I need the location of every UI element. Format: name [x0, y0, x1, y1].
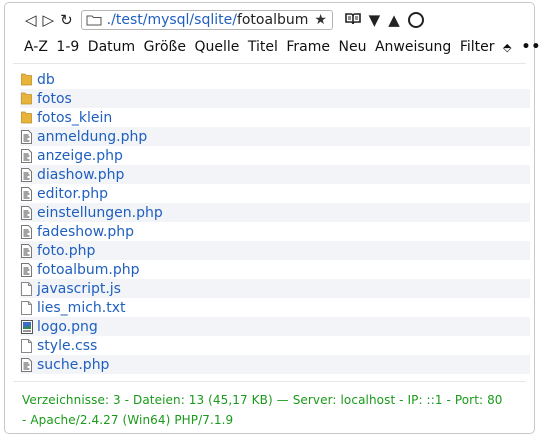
php-file-icon — [20, 148, 33, 163]
path-current: fotoalbum — [236, 12, 309, 28]
file-link[interactable]: anmeldung.php — [37, 129, 147, 145]
image-file-icon — [20, 319, 33, 334]
status-line-1: Verzeichnisse: 3 - Dateien: 13 (45,17 KB… — [22, 393, 503, 407]
php-file-icon — [20, 186, 33, 201]
list-item[interactable]: fotos — [20, 89, 530, 108]
instruction-button[interactable]: Anweisung — [375, 39, 451, 55]
php-file-icon — [20, 129, 33, 144]
list-item[interactable]: javascript.js — [20, 279, 530, 298]
file-link[interactable]: logo.png — [37, 319, 98, 335]
php-file-icon — [20, 205, 33, 220]
file-list: db fotos fotos_klein anmeldung.php anzeige.p… — [20, 70, 530, 374]
address-bar: ◁ ▷ ↻ ./test/mysql/sqlite/ fotoalbum ★ ▼… — [25, 9, 432, 31]
file-link[interactable]: javascript.js — [37, 281, 121, 297]
folder-icon — [20, 92, 33, 106]
file-browser-window: ◁ ▷ ↻ ./test/mysql/sqlite/ fotoalbum ★ ▼… — [4, 2, 541, 434]
star-icon[interactable]: ★ — [314, 12, 327, 28]
title-button[interactable]: Titel — [248, 39, 278, 55]
php-file-icon — [20, 167, 33, 182]
up-arrow-icon[interactable]: ▲ — [388, 11, 400, 29]
book-icon[interactable] — [344, 11, 361, 29]
circle-icon[interactable] — [407, 12, 424, 28]
file-link[interactable]: style.css — [37, 338, 97, 354]
list-item[interactable]: einstellungen.php — [20, 203, 530, 222]
list-item[interactable]: fotos_klein — [20, 108, 530, 127]
list-item[interactable]: db — [20, 70, 530, 89]
list-item[interactable]: foto.php — [20, 241, 530, 260]
file-link[interactable]: db — [37, 72, 55, 88]
file-link[interactable]: fotoalbum.php — [37, 262, 140, 278]
new-button[interactable]: Neu — [339, 39, 367, 55]
file-link[interactable]: diashow.php — [37, 167, 124, 183]
path-link[interactable]: ./test/mysql/sqlite/ — [107, 12, 237, 28]
php-file-icon — [20, 262, 33, 277]
file-link[interactable]: suche.php — [37, 357, 109, 373]
text-file-icon — [20, 338, 33, 353]
folder-icon — [20, 73, 33, 87]
toggle-order-icon[interactable]: ⬘ — [503, 41, 511, 54]
sort-numeric-button[interactable]: 1-9 — [56, 39, 79, 55]
reload-icon[interactable]: ↻ — [60, 9, 73, 31]
sort-toolbar: A-Z 1-9 Datum Größe Quelle Titel Frame N… — [24, 37, 541, 57]
list-item[interactable]: logo.png — [20, 317, 530, 336]
status-line-2: - Apache/2.4.27 (Win64) PHP/7.1.9 — [22, 413, 234, 427]
php-file-icon — [20, 243, 33, 258]
down-arrow-icon[interactable]: ▼ — [369, 11, 381, 29]
text-file-icon — [20, 281, 33, 296]
list-item[interactable]: fotoalbum.php — [20, 260, 530, 279]
list-item[interactable]: diashow.php — [20, 165, 530, 184]
file-link[interactable]: anzeige.php — [37, 148, 123, 164]
status-bar: Verzeichnisse: 3 - Dateien: 13 (45,17 KB… — [22, 390, 532, 430]
file-link[interactable]: fotos_klein — [37, 110, 112, 126]
file-link[interactable]: fotos — [37, 91, 72, 107]
more-menu-icon[interactable]: ••• — [521, 39, 541, 55]
path-field[interactable]: ./test/mysql/sqlite/ fotoalbum ★ — [80, 10, 333, 30]
list-item[interactable]: editor.php — [20, 184, 530, 203]
list-item[interactable]: fadeshow.php — [20, 222, 530, 241]
file-link[interactable]: fadeshow.php — [37, 224, 134, 240]
list-item[interactable]: style.css — [20, 336, 530, 355]
sort-size-button[interactable]: Größe — [144, 39, 186, 55]
list-item[interactable]: anzeige.php — [20, 146, 530, 165]
address-tools: ▼ ▲ — [344, 11, 432, 29]
list-item[interactable]: lies_mich.txt — [20, 298, 530, 317]
filter-button[interactable]: Filter — [460, 39, 495, 55]
file-link[interactable]: editor.php — [37, 186, 108, 202]
divider — [13, 381, 526, 382]
sort-az-button[interactable]: A-Z — [24, 39, 48, 55]
back-icon[interactable]: ◁ — [25, 9, 37, 31]
list-item[interactable]: suche.php — [20, 355, 530, 374]
divider — [13, 63, 526, 64]
frame-button[interactable]: Frame — [286, 39, 330, 55]
file-link[interactable]: lies_mich.txt — [37, 300, 126, 316]
forward-icon[interactable]: ▷ — [43, 9, 55, 31]
folder-icon — [20, 111, 33, 125]
sort-date-button[interactable]: Datum — [88, 39, 135, 55]
php-file-icon — [20, 357, 33, 372]
text-file-icon — [20, 300, 33, 315]
php-file-icon — [20, 224, 33, 239]
file-link[interactable]: einstellungen.php — [37, 205, 163, 221]
file-link[interactable]: foto.php — [37, 243, 95, 259]
list-item[interactable]: anmeldung.php — [20, 127, 530, 146]
folder-outline-icon — [86, 15, 102, 25]
source-button[interactable]: Quelle — [194, 39, 239, 55]
